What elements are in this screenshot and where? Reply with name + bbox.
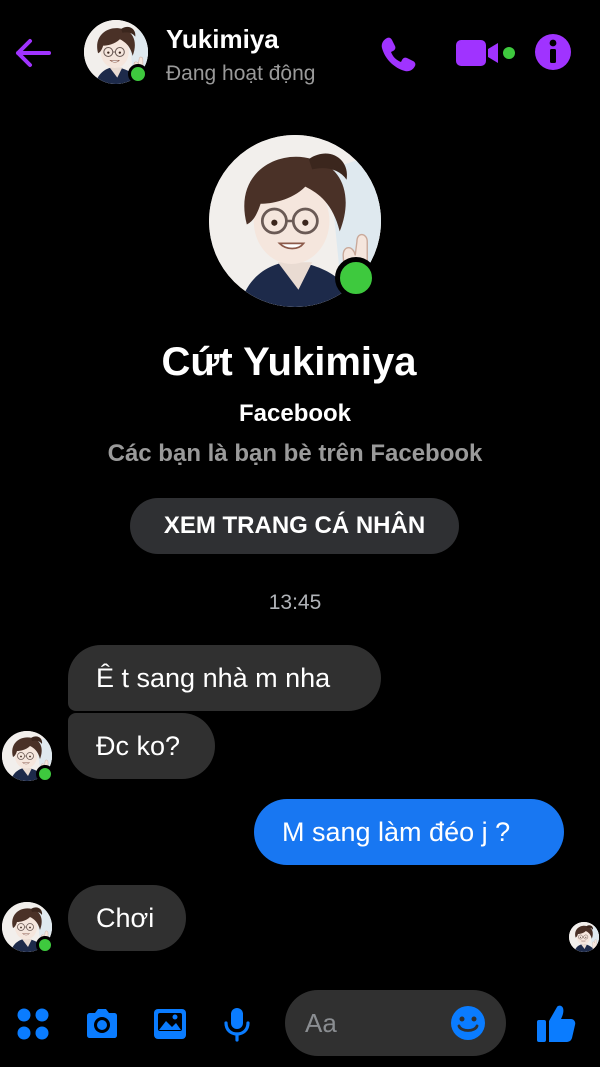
incoming-message[interactable]: Ê t sang nhà m nha [68, 645, 381, 711]
profile-source: Facebook [238, 400, 352, 427]
camera-button[interactable] [83, 1005, 121, 1043]
profile-name: Cứt Yukimiya [161, 340, 417, 384]
message-input[interactable] [305, 990, 445, 1056]
message-field [285, 990, 506, 1056]
online-indicator [335, 257, 377, 299]
video-call-button[interactable] [454, 36, 516, 70]
more-actions-button[interactable] [14, 1005, 52, 1043]
message-composer [0, 985, 600, 1061]
contact-avatar[interactable] [84, 20, 148, 84]
online-indicator [36, 765, 54, 783]
menu-grid-icon [17, 1008, 49, 1040]
online-indicator [128, 64, 148, 84]
chat-header: Yukimiya Đang hoạt động [0, 0, 600, 104]
video-camera-icon [456, 40, 515, 66]
emoji-icon [451, 1006, 485, 1040]
outgoing-message[interactable]: M sang làm đéo j ? [254, 799, 564, 865]
gallery-icon [154, 1009, 186, 1039]
info-icon [535, 34, 571, 70]
emoji-button[interactable] [448, 1003, 488, 1043]
contact-status: Đang hoạt động [166, 62, 316, 85]
send-like-button[interactable] [534, 1001, 578, 1045]
camera-icon [87, 1009, 117, 1038]
incoming-message[interactable]: Chơi [68, 885, 186, 951]
message-timestamp: 13:45 [268, 591, 322, 614]
phone-icon [381, 37, 416, 72]
microphone-icon [224, 1008, 250, 1042]
contact-name[interactable]: Yukimiya [166, 24, 279, 55]
incoming-message[interactable]: Đc ko? [68, 713, 215, 779]
gallery-button[interactable] [151, 1005, 189, 1043]
seen-receipt-avatar [569, 922, 599, 952]
thumbs-up-icon [537, 1005, 576, 1042]
info-button[interactable] [533, 32, 573, 72]
profile-relation: Các bạn là bạn bè trên Facebook [107, 440, 483, 467]
avatar-image [569, 922, 599, 952]
voice-call-button[interactable] [378, 34, 418, 74]
view-profile-button[interactable]: XEM TRANG CÁ NHÂN [130, 498, 459, 554]
back-button[interactable] [12, 32, 54, 74]
online-indicator [36, 936, 54, 954]
voice-message-button[interactable] [218, 1005, 256, 1043]
sender-avatar[interactable] [2, 731, 54, 783]
sender-avatar[interactable] [2, 902, 54, 954]
profile-avatar[interactable] [209, 135, 381, 307]
back-arrow-icon [16, 39, 51, 67]
